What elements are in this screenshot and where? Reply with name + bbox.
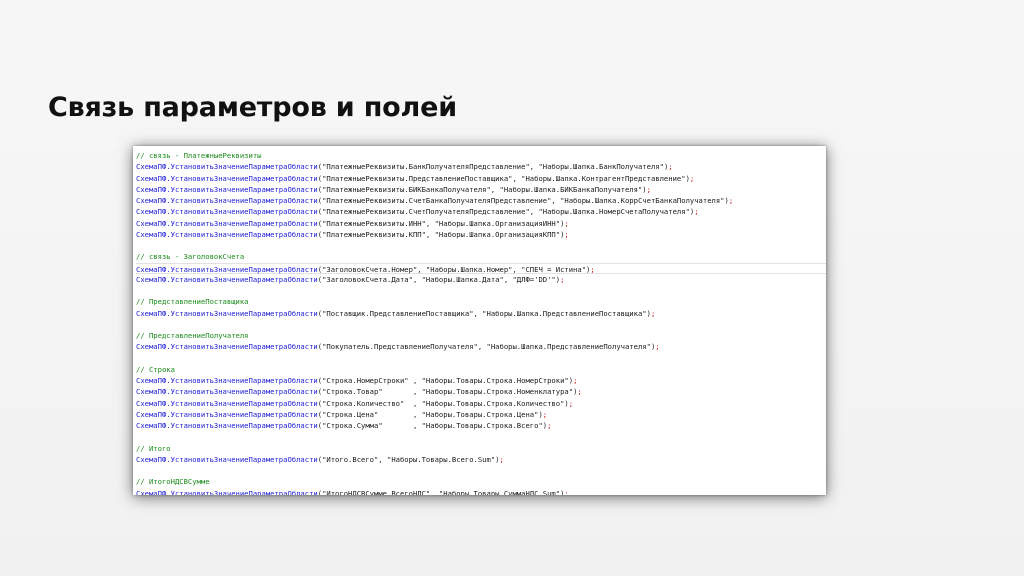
function-args: "ПлатежныеРеквизиты.КПП", "Наборы.Шапка.… bbox=[322, 229, 561, 239]
function-name: СхемаПФ.УстановитьЗначениеПараметраОблас… bbox=[136, 376, 318, 385]
code-editor-screenshot: // связь - ПлатежныеРеквизиты СхемаПФ.Уст… bbox=[133, 146, 826, 495]
function-args: "ЗаголовокСчета.Номер", "Наборы.Шапка.Но… bbox=[322, 264, 587, 274]
function-name: СхемаПФ.УстановитьЗначениеПараметраОблас… bbox=[136, 184, 318, 194]
code-line: СхемаПФ.УстановитьЗначениеПараметраОблас… bbox=[136, 173, 695, 183]
function-name: СхемаПФ.УстановитьЗначениеПараметраОблас… bbox=[136, 398, 318, 408]
comment-text: // ИтогоНДСВСумме bbox=[136, 477, 210, 487]
function-args: "Поставщик.ПредставлениеПоставщика", "На… bbox=[322, 308, 647, 318]
function-args: "ПлатежныеРеквизиты.БИКБанкаПолучателя",… bbox=[322, 184, 643, 194]
function-name: СхемаПФ.УстановитьЗначениеПараметраОблас… bbox=[136, 454, 318, 464]
function-args: "ПлатежныеРеквизиты.ИНН", "Наборы.Шапка.… bbox=[322, 218, 561, 228]
function-args: "Строка.НомерСтроки" , "Наборы.Товары.Ст… bbox=[322, 376, 569, 385]
code-comment-line: // связь - ПлатежныеРеквизиты bbox=[136, 150, 826, 161]
function-args: "ПлатежныеРеквизиты.СчетПолучателяПредст… bbox=[322, 207, 690, 217]
code-comment-line: // ПредставлениеПолучателя bbox=[136, 330, 826, 341]
function-args: "ИтогоНДСВСумме.ВсегоНДС", "Наборы.Товар… bbox=[322, 488, 561, 496]
function-name: СхемаПФ.УстановитьЗначениеПараметраОблас… bbox=[136, 308, 318, 318]
slide-title: Связь параметров и полей bbox=[48, 92, 457, 123]
function-name: СхемаПФ.УстановитьЗначениеПараметраОблас… bbox=[136, 264, 318, 274]
comment-text: // связь - ЗаголовокСчета bbox=[136, 252, 245, 262]
function-args: "Строка.Товар" , "Наборы.Товары.Строка.Н… bbox=[322, 387, 574, 397]
code-lines: // связь - ПлатежныеРеквизиты СхемаПФ.Уст… bbox=[136, 150, 826, 495]
code-comment-line: // ПредставлениеПоставщика bbox=[136, 296, 826, 307]
function-name: СхемаПФ.УстановитьЗначениеПараметраОблас… bbox=[136, 342, 318, 352]
function-name: СхемаПФ.УстановитьЗначениеПараметраОблас… bbox=[136, 162, 318, 172]
function-name: СхемаПФ.УстановитьЗначениеПараметраОблас… bbox=[136, 173, 318, 183]
comment-text: // Строка bbox=[136, 364, 175, 374]
function-name: СхемаПФ.УстановитьЗначениеПараметраОблас… bbox=[136, 196, 318, 205]
code-line: СхемаПФ.УстановитьЗначениеПараметраОблас… bbox=[136, 196, 734, 205]
function-name: СхемаПФ.УстановитьЗначениеПараметраОблас… bbox=[136, 274, 318, 284]
code-comment-line: // Итого bbox=[136, 443, 826, 454]
function-name: СхемаПФ.УстановитьЗначениеПараметраОблас… bbox=[136, 488, 318, 496]
comment-text: // ПредставлениеПоставщика bbox=[136, 297, 249, 307]
function-args: "Строка.Цена" , "Наборы.Товары.Строка.Це… bbox=[322, 409, 539, 419]
code-line: СхемаПФ.УстановитьЗначениеПараметраОблас… bbox=[136, 262, 826, 274]
function-args: "Итого.Всего", "Наборы.Товары.Всего.Sum" bbox=[322, 454, 496, 464]
function-name: СхемаПФ.УстановитьЗначениеПараметраОблас… bbox=[136, 218, 318, 228]
code-line: СхемаПФ.УстановитьЗначениеПараметраОблас… bbox=[136, 409, 548, 419]
function-name: СхемаПФ.УстановитьЗначениеПараметраОблас… bbox=[136, 229, 318, 239]
code-comment-line: // Строка bbox=[136, 364, 826, 375]
code-comment-line: // связь - ЗаголовокСчета bbox=[136, 251, 826, 262]
comment-text: // Итого bbox=[136, 443, 171, 453]
function-args: "Покупатель.ПредставлениеПолучателя", "Н… bbox=[322, 342, 651, 352]
code-line: СхемаПФ.УстановитьЗначениеПараметраОблас… bbox=[136, 398, 574, 408]
function-name: СхемаПФ.УстановитьЗначениеПараметраОблас… bbox=[136, 207, 318, 217]
code-line: СхемаПФ.УстановитьЗначениеПараметраОблас… bbox=[136, 184, 651, 194]
comment-text: // связь - ПлатежныеРеквизиты bbox=[136, 151, 262, 160]
code-line: СхемаПФ.УстановитьЗначениеПараметраОблас… bbox=[136, 342, 660, 352]
function-args: "Строка.Сумма" , "Наборы.Товары.Строка.В… bbox=[322, 421, 543, 430]
function-name: СхемаПФ.УстановитьЗначениеПараметраОблас… bbox=[136, 409, 318, 419]
code-line: СхемаПФ.УстановитьЗначениеПараметраОблас… bbox=[136, 162, 673, 172]
comment-text: // ПредставлениеПолучателя bbox=[136, 331, 249, 340]
code-line: СхемаПФ.УстановитьЗначениеПараметраОблас… bbox=[136, 376, 578, 385]
code-line: СхемаПФ.УстановитьЗначениеПараметраОблас… bbox=[136, 387, 582, 397]
function-name: СхемаПФ.УстановитьЗначениеПараметраОблас… bbox=[136, 421, 318, 430]
code-line: СхемаПФ.УстановитьЗначениеПараметраОблас… bbox=[136, 421, 552, 430]
code-comment-line: // ИтогоНДСВСумме bbox=[136, 476, 826, 487]
code-line: СхемаПФ.УстановитьЗначениеПараметраОблас… bbox=[136, 454, 504, 464]
function-args: "ЗаголовокСчета.Дата", "Наборы.Шапка.Дат… bbox=[322, 274, 556, 284]
code-line: СхемаПФ.УстановитьЗначениеПараметраОблас… bbox=[136, 207, 699, 217]
function-args: "ПлатежныеРеквизиты.СчетБанкаПолучателяП… bbox=[322, 196, 725, 205]
code-line: СхемаПФ.УстановитьЗначениеПараметраОблас… bbox=[136, 308, 656, 318]
code-line: СхемаПФ.УстановитьЗначениеПараметраОблас… bbox=[136, 229, 569, 239]
function-args: "ПлатежныеРеквизиты.ПредставлениеПоставщ… bbox=[322, 173, 686, 183]
code-line: СхемаПФ.УстановитьЗначениеПараметраОблас… bbox=[136, 218, 569, 228]
function-name: СхемаПФ.УстановитьЗначениеПараметраОблас… bbox=[136, 387, 318, 397]
code-line: СхемаПФ.УстановитьЗначениеПараметраОблас… bbox=[136, 274, 565, 284]
function-args: "Строка.Количество" , "Наборы.Товары.Стр… bbox=[322, 398, 565, 408]
code-line: СхемаПФ.УстановитьЗначениеПараметраОблас… bbox=[136, 488, 826, 496]
function-args: "ПлатежныеРеквизиты.БанкПолучателяПредст… bbox=[322, 162, 664, 172]
